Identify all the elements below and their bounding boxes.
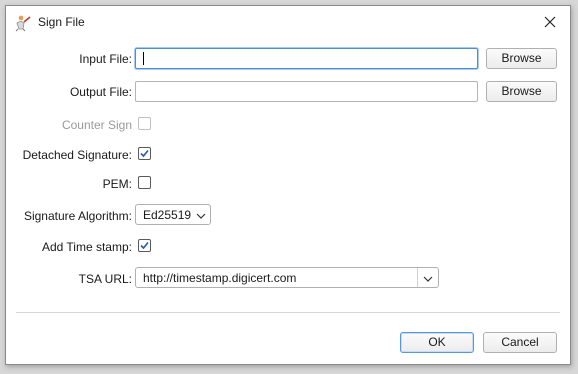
input-file-browse-button[interactable]: Browse xyxy=(486,48,557,69)
signature-algorithm-label: Signature Algorithm: xyxy=(23,209,132,223)
dialog-title: Sign File xyxy=(38,15,85,29)
input-file-label: Input File: xyxy=(79,52,132,66)
tsa-url-combobox[interactable]: http://timestamp.digicert.com xyxy=(135,267,439,288)
title-bar: Sign File xyxy=(6,6,570,38)
sign-file-dialog: Sign File Input File: Browse Output File… xyxy=(5,5,571,365)
detached-signature-label: Detached Signature: xyxy=(22,148,132,162)
input-file-field[interactable] xyxy=(135,48,478,69)
ok-button[interactable]: OK xyxy=(400,332,474,353)
pem-label: PEM: xyxy=(102,177,132,191)
add-time-stamp-label: Add Time stamp: xyxy=(41,240,132,254)
detached-signature-checkbox[interactable] xyxy=(138,147,151,160)
footer-divider xyxy=(16,312,560,313)
counter-sign-label: Counter Sign xyxy=(61,118,132,132)
pem-checkbox[interactable] xyxy=(138,176,151,189)
tsa-url-label: TSA URL: xyxy=(78,272,132,286)
text-caret xyxy=(143,52,144,65)
tsa-url-value: http://timestamp.digicert.com xyxy=(143,271,297,285)
checkmark-icon xyxy=(140,241,149,250)
output-file-field[interactable] xyxy=(135,81,478,102)
checkmark-icon xyxy=(140,149,149,158)
counter-sign-checkbox[interactable] xyxy=(138,117,151,130)
signing-person-icon xyxy=(14,14,32,32)
chevron-down-icon[interactable] xyxy=(423,273,433,283)
combo-separator xyxy=(417,268,418,287)
cancel-button[interactable]: Cancel xyxy=(483,332,557,353)
add-time-stamp-checkbox[interactable] xyxy=(138,239,151,252)
output-file-label: Output File: xyxy=(69,85,132,99)
close-icon[interactable] xyxy=(542,14,558,30)
signature-algorithm-value: Ed25519 xyxy=(143,208,192,222)
output-file-browse-button[interactable]: Browse xyxy=(486,81,557,102)
signature-algorithm-select[interactable]: Ed25519 xyxy=(135,204,211,225)
chevron-down-icon xyxy=(196,210,206,220)
